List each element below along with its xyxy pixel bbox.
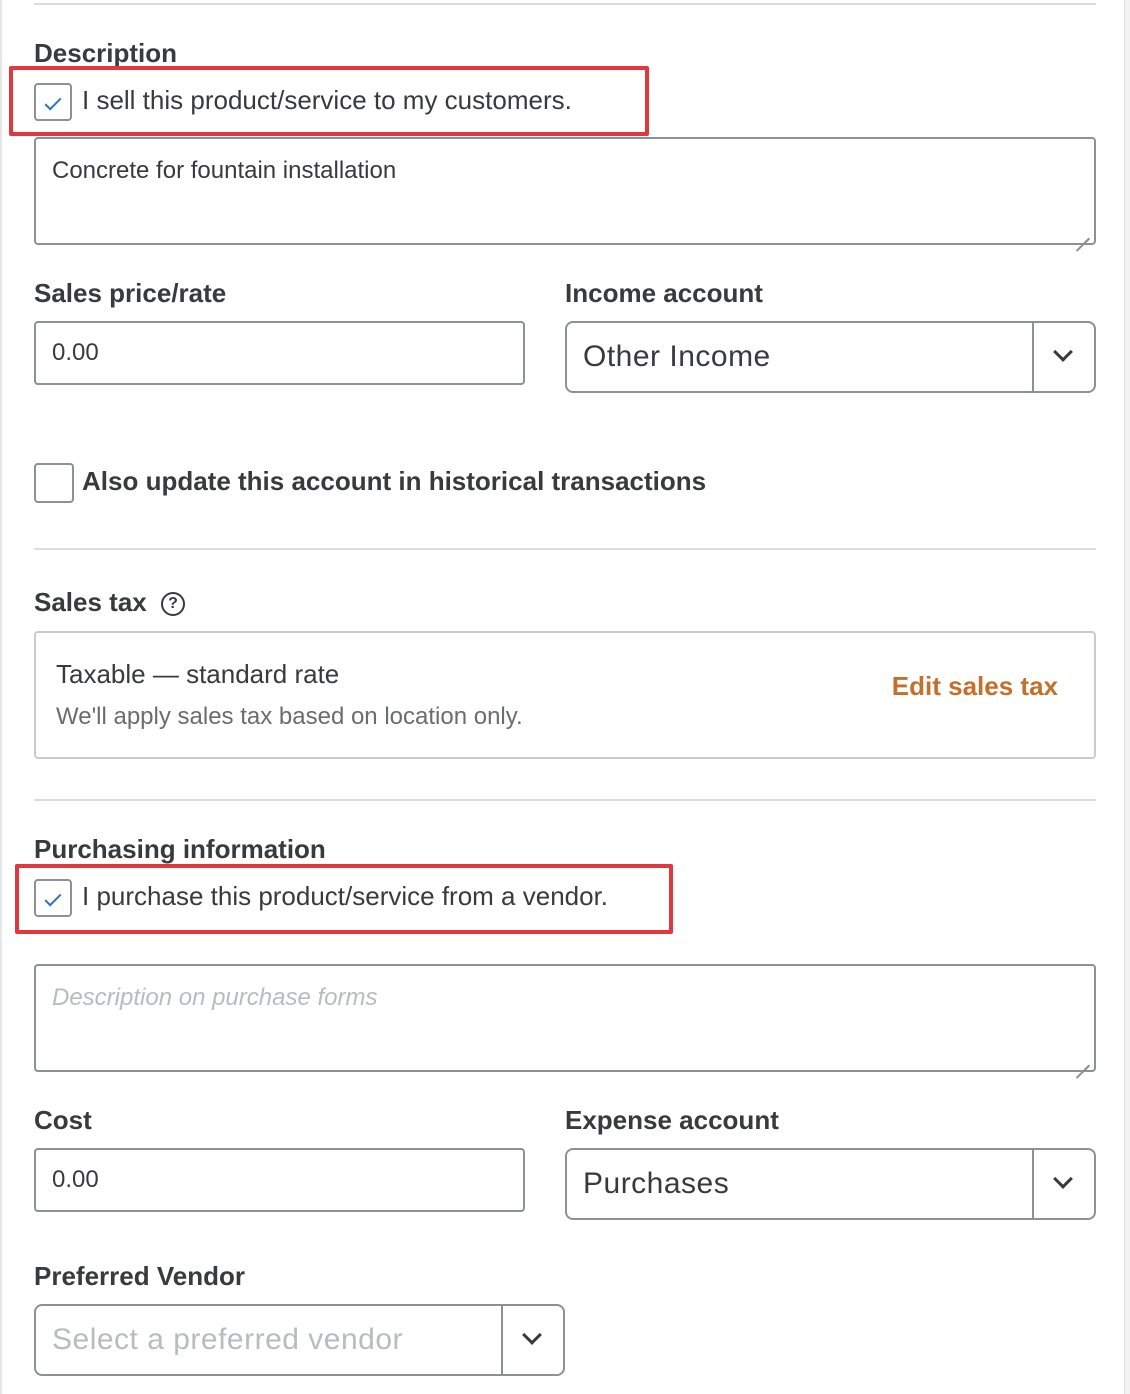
question-circle-icon[interactable]: ? bbox=[161, 592, 185, 616]
resize-grip-icon[interactable] bbox=[1076, 1052, 1090, 1066]
left-edge bbox=[0, 0, 2, 1394]
scrollbar-track[interactable] bbox=[1124, 0, 1130, 1394]
historical-checkbox-label: Also update this account in historical t… bbox=[82, 466, 707, 496]
cost-input[interactable]: 0.00 bbox=[34, 1148, 525, 1212]
sales-price-label: Sales price/rate bbox=[34, 278, 227, 308]
sales-price-input[interactable]: 0.00 bbox=[34, 321, 525, 385]
edit-sales-tax-link[interactable]: Edit sales tax bbox=[892, 671, 1058, 702]
chevron-down-icon bbox=[522, 1325, 542, 1345]
checkmark-icon bbox=[44, 889, 62, 907]
sales-price-value: 0.00 bbox=[52, 339, 99, 366]
purchasing-information-label: Purchasing information bbox=[34, 834, 326, 864]
expense-account-value: Purchases bbox=[583, 1167, 730, 1200]
preferred-vendor-dropdown-button[interactable] bbox=[501, 1306, 563, 1374]
checkmark-icon bbox=[44, 93, 62, 111]
purchase-description-placeholder: Description on purchase forms bbox=[52, 984, 378, 1011]
sales-tax-label: Sales tax bbox=[34, 587, 147, 617]
chevron-down-icon bbox=[1053, 342, 1073, 362]
sell-checkbox-label: I sell this product/service to my custom… bbox=[82, 85, 572, 115]
cost-label: Cost bbox=[34, 1105, 92, 1135]
resize-grip-icon[interactable] bbox=[1076, 225, 1090, 239]
expense-account-label: Expense account bbox=[565, 1105, 779, 1135]
historical-checkbox[interactable] bbox=[34, 463, 74, 503]
purchase-checkbox[interactable] bbox=[34, 879, 72, 917]
description-label: Description bbox=[34, 38, 178, 68]
income-account-select[interactable]: Other Income bbox=[565, 321, 1096, 393]
sell-checkbox[interactable] bbox=[34, 83, 72, 121]
purchase-description-textarea[interactable]: Description on purchase forms bbox=[34, 964, 1096, 1072]
preferred-vendor-select[interactable]: Select a preferred vendor bbox=[34, 1304, 565, 1376]
sales-description-textarea[interactable]: Concrete for fountain installation bbox=[34, 137, 1096, 245]
cost-value: 0.00 bbox=[52, 1166, 99, 1193]
section-divider bbox=[34, 548, 1096, 550]
expense-account-select[interactable]: Purchases bbox=[565, 1148, 1096, 1220]
chevron-down-icon bbox=[1053, 1169, 1073, 1189]
purchase-checkbox-label: I purchase this product/service from a v… bbox=[82, 881, 609, 911]
top-divider bbox=[34, 3, 1096, 5]
preferred-vendor-label: Preferred Vendor bbox=[34, 1261, 245, 1291]
section-divider bbox=[34, 799, 1096, 801]
sales-tax-subtitle: We'll apply sales tax based on location … bbox=[56, 703, 523, 730]
sales-tax-box: Taxable — standard rate We'll apply sale… bbox=[34, 631, 1096, 759]
sales-description-text: Concrete for fountain installation bbox=[52, 157, 397, 184]
expense-account-dropdown-button[interactable] bbox=[1032, 1150, 1094, 1218]
income-account-dropdown-button[interactable] bbox=[1032, 323, 1094, 391]
preferred-vendor-placeholder: Select a preferred vendor bbox=[52, 1323, 404, 1356]
income-account-label: Income account bbox=[565, 278, 763, 308]
sales-tax-title: Taxable — standard rate bbox=[56, 659, 340, 689]
income-account-value: Other Income bbox=[583, 340, 771, 373]
